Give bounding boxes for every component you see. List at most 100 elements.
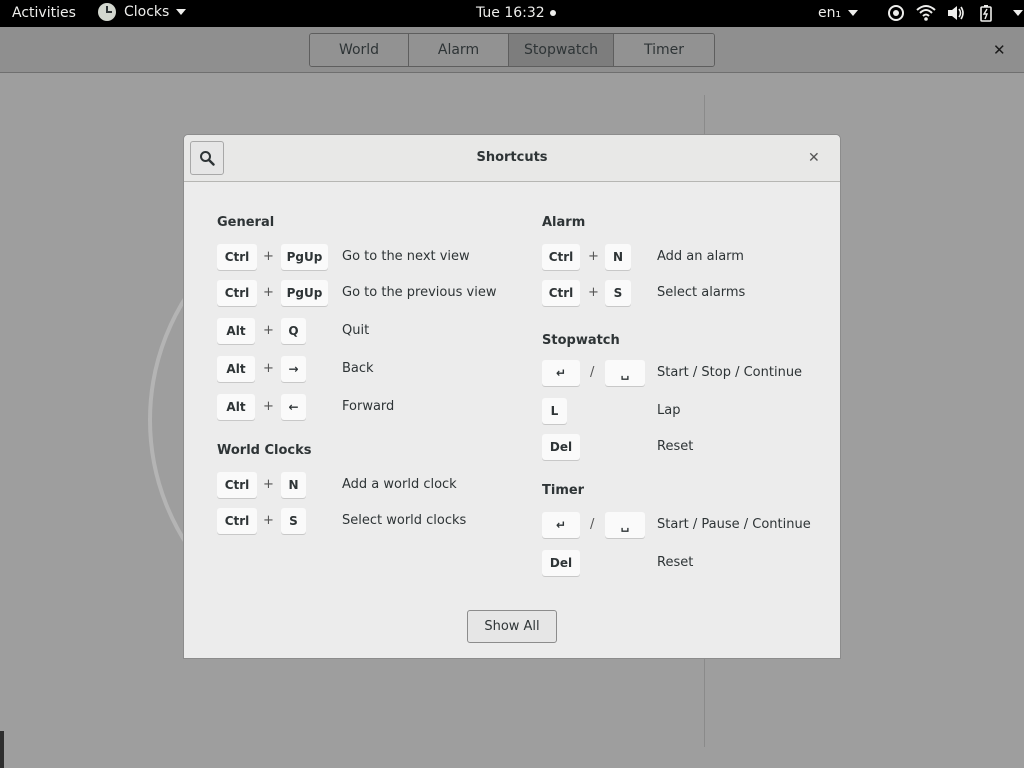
key-separator: +: [263, 361, 274, 376]
shortcut-row: Ctrl + N Add a world clock: [217, 472, 517, 498]
shortcut-description: Add a world clock: [342, 477, 457, 492]
key-cap: Del: [542, 550, 580, 576]
input-source-label: en₁: [818, 5, 842, 21]
tab-stopwatch[interactable]: Stopwatch: [509, 34, 614, 66]
key-cap: Ctrl: [217, 280, 257, 306]
datetime-menu[interactable]: Tue 16:32: [476, 5, 556, 21]
shortcut-row: Ctrl + PgUp Go to the next view: [217, 244, 517, 270]
shortcut-row: Ctrl + N Add an alarm: [542, 244, 832, 270]
section-title-stopwatch: Stopwatch: [542, 333, 620, 348]
chevron-down-icon: [1013, 10, 1023, 16]
wifi-icon: [916, 5, 936, 21]
shortcut-description: Forward: [342, 399, 395, 414]
key-cap: L: [542, 398, 567, 424]
shortcut-row: Ctrl + S Select alarms: [542, 280, 832, 306]
shortcut-row: Ctrl + S Select world clocks: [217, 508, 517, 534]
space-key-icon: ␣: [605, 360, 645, 386]
key-cap: N: [281, 472, 306, 498]
key-cap: Ctrl: [217, 472, 257, 498]
window-close-icon[interactable]: ✕: [993, 41, 1006, 59]
key-separator: +: [263, 399, 274, 414]
app-menu[interactable]: Clocks: [98, 3, 187, 21]
window-edge: [0, 731, 4, 768]
key-separator: +: [588, 285, 599, 300]
tab-timer[interactable]: Timer: [614, 34, 714, 66]
shortcut-row: Del Reset: [542, 550, 832, 576]
key-separator: +: [263, 249, 274, 264]
shortcut-description: Lap: [657, 403, 681, 418]
space-key-icon: ␣: [605, 512, 645, 538]
key-separator: +: [263, 513, 274, 528]
shortcut-row: ↵ / ␣ Start / Pause / Continue: [542, 512, 832, 538]
dialog-close-icon[interactable]: ✕: [808, 150, 820, 166]
shortcut-row: Ctrl + PgUp Go to the previous view: [217, 280, 517, 306]
datetime-label: Tue 16:32: [476, 5, 545, 21]
section-title-alarm: Alarm: [542, 215, 586, 230]
key-cap: N: [605, 244, 631, 270]
enter-key-icon: ↵: [542, 512, 580, 538]
arrow-right-key-icon: →: [281, 356, 306, 382]
shortcut-row: Alt + Q Quit: [217, 318, 517, 344]
shortcut-description: Quit: [342, 323, 370, 338]
arrow-left-key-icon: ←: [281, 394, 306, 420]
shortcut-description: Select world clocks: [342, 513, 467, 528]
key-cap: Alt: [217, 394, 255, 420]
shortcuts-dialog: Shortcuts ✕ General Ctrl + PgUp Go to th…: [183, 134, 841, 659]
shortcut-row: Alt + ← Forward: [217, 394, 517, 420]
shortcut-description: Back: [342, 361, 374, 376]
shortcut-description: Start / Stop / Continue: [657, 365, 803, 380]
shortcut-description: Reset: [657, 555, 694, 570]
key-separator: +: [263, 285, 274, 300]
header-bar: World Alarm Stopwatch Timer ✕: [0, 27, 1024, 73]
section-title-timer: Timer: [542, 483, 585, 498]
battery-icon: [980, 5, 992, 22]
accessibility-icon: [888, 5, 904, 21]
notification-dot-icon: [549, 10, 556, 16]
volume-icon: [948, 6, 964, 20]
key-separator: /: [590, 517, 595, 532]
shortcut-description: Go to the previous view: [342, 285, 497, 300]
shortcut-row: Alt + → Back: [217, 356, 517, 382]
system-menu[interactable]: [886, 4, 1023, 22]
key-cap: S: [605, 280, 631, 306]
shortcut-row: Del Reset: [542, 434, 832, 460]
key-separator: +: [588, 249, 599, 264]
top-bar: Activities Clocks Tue 16:32 en₁: [0, 0, 1024, 27]
key-cap: PgUp: [281, 244, 328, 270]
key-cap: Ctrl: [542, 244, 580, 270]
key-cap: Del: [542, 434, 580, 460]
tab-alarm[interactable]: Alarm: [409, 34, 509, 66]
input-source-menu[interactable]: en₁: [818, 5, 859, 21]
shortcut-row: ↵ / ␣ Start / Stop / Continue: [542, 360, 832, 386]
chevron-down-icon: [848, 10, 859, 16]
clock-icon: [98, 3, 116, 21]
key-separator: +: [263, 323, 274, 338]
key-cap: S: [281, 508, 306, 534]
shortcut-description: Reset: [657, 439, 694, 454]
section-title-world-clocks: World Clocks: [217, 443, 312, 458]
shortcut-row: L Lap: [542, 398, 832, 424]
key-cap: Ctrl: [542, 280, 580, 306]
key-cap: Q: [281, 318, 306, 344]
show-all-button[interactable]: Show All: [467, 610, 557, 643]
key-cap: Alt: [217, 356, 255, 382]
key-cap: Ctrl: [217, 508, 257, 534]
dialog-header: Shortcuts ✕: [184, 135, 840, 182]
view-switcher: World Alarm Stopwatch Timer: [309, 33, 715, 67]
section-title-general: General: [217, 215, 275, 230]
key-cap: PgUp: [281, 280, 328, 306]
chevron-down-icon: [176, 9, 187, 15]
shortcut-description: Add an alarm: [657, 249, 744, 264]
key-cap: Ctrl: [217, 244, 257, 270]
key-separator: +: [263, 477, 274, 492]
key-separator: /: [590, 365, 595, 380]
key-cap: Alt: [217, 318, 255, 344]
dialog-title: Shortcuts: [476, 150, 548, 165]
enter-key-icon: ↵: [542, 360, 580, 386]
activities-button[interactable]: Activities: [12, 5, 76, 21]
app-menu-label: Clocks: [124, 4, 170, 20]
shortcut-description: Go to the next view: [342, 249, 470, 264]
shortcut-description: Select alarms: [657, 285, 746, 300]
shortcut-description: Start / Pause / Continue: [657, 517, 811, 532]
tab-world[interactable]: World: [310, 34, 409, 66]
